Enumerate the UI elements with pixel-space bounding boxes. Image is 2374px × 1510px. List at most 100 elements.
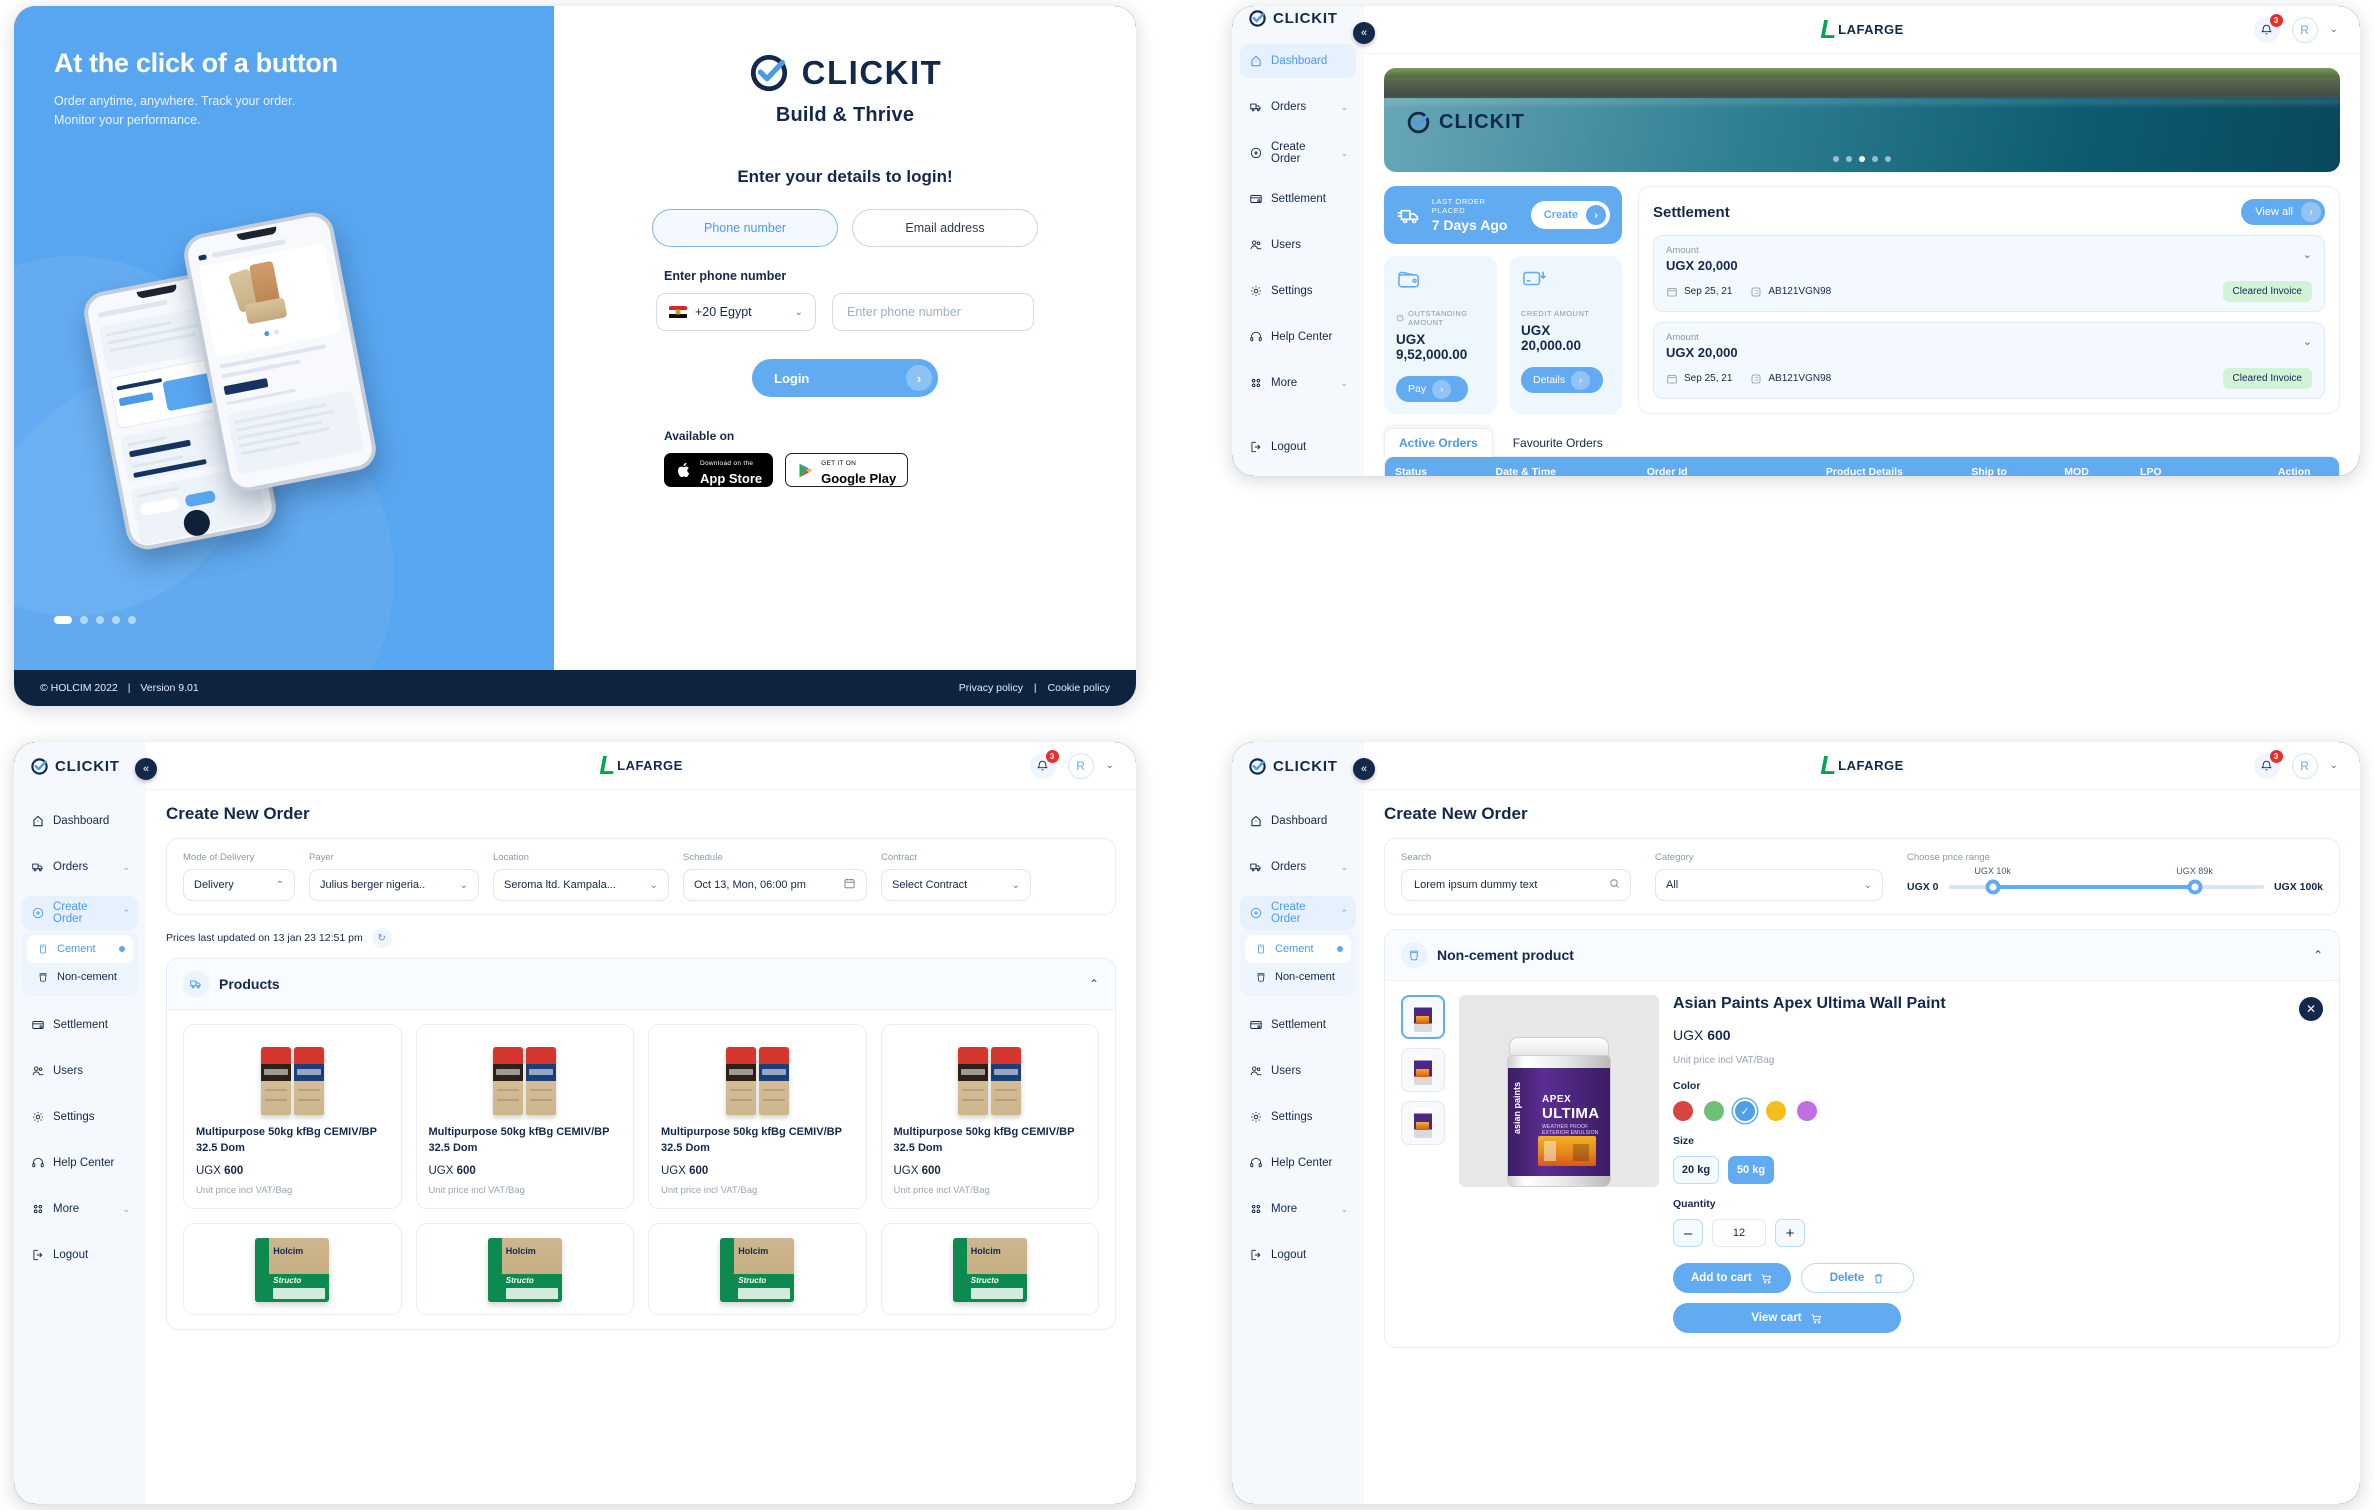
sidebar-item-logout[interactable]: Logout	[22, 1238, 138, 1272]
product-card[interactable]: Multipurpose 50kg kfBg CEMIV/BP 32.5 Dom…	[880, 1024, 1099, 1210]
product-card[interactable]: Holcim Structo	[183, 1223, 402, 1316]
color-swatch-purple[interactable]	[1797, 1101, 1817, 1121]
country-code-select[interactable]: +20 Egypt ⌄	[656, 293, 816, 331]
promo-banner[interactable]: CLICKIT	[1384, 68, 2340, 172]
privacy-policy-link[interactable]: Privacy policy	[959, 682, 1023, 694]
sidebar-item-help-center[interactable]: Help Center	[1240, 1146, 1356, 1180]
price-range-knob-low[interactable]	[1985, 879, 2001, 895]
sidebar-item-create-order[interactable]: Create Order ⌄	[1240, 136, 1356, 170]
pay-button[interactable]: Pay ›	[1396, 376, 1468, 402]
collapse-section-icon[interactable]: ⌃	[2313, 948, 2323, 962]
size-option-20kg[interactable]: 20 kg	[1673, 1156, 1719, 1184]
color-swatch-blue[interactable]	[1735, 1101, 1755, 1121]
payer-select[interactable]: Julius berger nigeria.. ⌄	[309, 869, 479, 901]
sidebar-item-logout[interactable]: Logout	[1240, 1238, 1356, 1272]
location-select[interactable]: Seroma ltd. Kampala... ⌄	[493, 869, 669, 901]
sidebar-subitem-noncement[interactable]: Non-cement	[1245, 963, 1351, 991]
quantity-decrement-button[interactable]: –	[1673, 1219, 1703, 1247]
color-swatch-yellow[interactable]	[1766, 1101, 1786, 1121]
product-card[interactable]: Multipurpose 50kg kfBg CEMIV/BP 32.5 Dom…	[415, 1024, 634, 1210]
color-swatch-red[interactable]	[1673, 1101, 1693, 1121]
sidebar-item-orders[interactable]: Orders ⌄	[1240, 90, 1356, 124]
refresh-prices-button[interactable]: ↻	[371, 928, 392, 948]
sidebar-item-settlement[interactable]: Settlement	[1240, 1008, 1356, 1042]
sidebar-item-settlement[interactable]: Settlement	[22, 1008, 138, 1042]
sidebar-item-create-order[interactable]: Create Order ⌃	[22, 896, 138, 930]
quantity-value[interactable]: 12	[1712, 1219, 1766, 1247]
search-input[interactable]	[1401, 869, 1631, 901]
add-to-cart-button[interactable]: Add to cart	[1673, 1263, 1791, 1293]
schedule-picker[interactable]: Oct 13, Mon, 06:00 pm	[683, 869, 867, 901]
sidebar-item-settings[interactable]: Settings	[1240, 274, 1356, 308]
settlement-row[interactable]: Amount UGX 20,000 ⌄ Sep 25, 21 AB121VGN9…	[1653, 235, 2325, 312]
sidebar-item-orders[interactable]: Orders ⌄	[1240, 850, 1356, 884]
notifications-button[interactable]: 3	[2253, 749, 2283, 779]
delete-button[interactable]: Delete	[1800, 1263, 1915, 1293]
sidebar-item-more[interactable]: More ⌄	[22, 1192, 138, 1226]
collapse-sidebar-button[interactable]: «	[1353, 22, 1375, 44]
tab-favourite-orders[interactable]: Favourite Orders	[1499, 429, 1617, 457]
search-icon[interactable]	[1608, 877, 1621, 893]
details-button[interactable]: Details ›	[1521, 367, 1603, 393]
category-select[interactable]: All ⌄	[1655, 869, 1883, 901]
create-order-button[interactable]: Create ›	[1530, 201, 1610, 229]
googleplay-badge[interactable]: GET IT ON Google Play	[785, 453, 909, 487]
phone-number-input[interactable]	[832, 293, 1034, 331]
sidebar-item-more[interactable]: More ⌄	[1240, 366, 1356, 400]
sidebar-item-users[interactable]: Users	[22, 1054, 138, 1088]
sidebar-item-more[interactable]: More ⌄	[1240, 1192, 1356, 1226]
tab-active-orders[interactable]: Active Orders	[1384, 428, 1493, 457]
sidebar-item-create-order[interactable]: Create Order ⌃	[1240, 896, 1356, 930]
sidebar-item-logout[interactable]: Logout	[1240, 430, 1356, 464]
product-thumbnail[interactable]	[1401, 1101, 1445, 1145]
expand-settlement-icon[interactable]: ⌄	[2303, 335, 2312, 348]
quantity-increment-button[interactable]: +	[1775, 1219, 1805, 1247]
sidebar-item-users[interactable]: Users	[1240, 228, 1356, 262]
notifications-button[interactable]: 3	[1029, 749, 1059, 779]
product-thumbnail[interactable]	[1401, 995, 1445, 1039]
sidebar-item-orders[interactable]: Orders ⌄	[22, 850, 138, 884]
notifications-button[interactable]: 3	[2253, 13, 2283, 43]
sidebar-item-settings[interactable]: Settings	[1240, 1100, 1356, 1134]
collapse-sidebar-button[interactable]: «	[1353, 758, 1375, 780]
product-card[interactable]: Multipurpose 50kg kfBg CEMIV/BP 32.5 Dom…	[183, 1024, 402, 1210]
product-card[interactable]: Holcim Structo	[648, 1223, 867, 1316]
close-icon[interactable]: ✕	[2299, 997, 2323, 1021]
sidebar-subitem-cement[interactable]: Cement	[1245, 935, 1351, 963]
sidebar-item-dashboard[interactable]: Dashboard	[22, 804, 138, 838]
size-option-50kg[interactable]: 50 kg	[1728, 1156, 1774, 1184]
contract-select[interactable]: Select Contract ⌄	[881, 869, 1031, 901]
sidebar-subitem-noncement[interactable]: Non-cement	[27, 963, 133, 991]
product-card[interactable]: Multipurpose 50kg kfBg CEMIV/BP 32.5 Dom…	[648, 1024, 867, 1210]
chevron-down-icon[interactable]: ⌄	[2330, 760, 2338, 771]
price-range-knob-high[interactable]	[2187, 879, 2203, 895]
banner-carousel-dots[interactable]	[1833, 156, 1891, 162]
product-card[interactable]: Holcim Structo	[880, 1223, 1099, 1316]
sidebar-item-settings[interactable]: Settings	[22, 1100, 138, 1134]
view-all-settlements-button[interactable]: View all ›	[2241, 199, 2325, 225]
tab-phone-number[interactable]: Phone number	[652, 209, 838, 247]
avatar[interactable]: R	[1067, 752, 1094, 779]
mode-of-delivery-select[interactable]: Delivery ⌃	[183, 869, 295, 901]
chevron-down-icon[interactable]: ⌄	[1106, 760, 1114, 771]
collapse-products-icon[interactable]: ⌃	[1089, 977, 1099, 991]
cookie-policy-link[interactable]: Cookie policy	[1048, 682, 1110, 694]
sidebar-item-settlement[interactable]: Settlement	[1240, 182, 1356, 216]
sidebar-item-dashboard[interactable]: Dashboard	[1240, 804, 1356, 838]
settlement-row[interactable]: Amount UGX 20,000 ⌄ Sep 25, 21 AB121VGN9…	[1653, 322, 2325, 399]
sidebar-item-dashboard[interactable]: Dashboard	[1240, 44, 1356, 78]
sidebar-item-users[interactable]: Users	[1240, 1054, 1356, 1088]
appstore-badge[interactable]: Download on the App Store	[664, 453, 774, 487]
collapse-sidebar-button[interactable]: «	[135, 758, 157, 780]
product-card[interactable]: Holcim Structo	[415, 1223, 634, 1316]
avatar[interactable]: R	[2291, 752, 2318, 779]
sidebar-item-help-center[interactable]: Help Center	[22, 1146, 138, 1180]
avatar[interactable]: R	[2291, 16, 2318, 43]
hero-carousel-dots[interactable]	[54, 616, 136, 624]
login-button[interactable]: Login ›	[752, 359, 938, 397]
sidebar-item-help-center[interactable]: Help Center	[1240, 320, 1356, 354]
tab-email-address[interactable]: Email address	[852, 209, 1038, 247]
sidebar-subitem-cement[interactable]: Cement	[27, 935, 133, 963]
price-range-slider[interactable]: UGX 10k UGX 89k	[1948, 866, 2264, 895]
color-swatch-green[interactable]	[1704, 1101, 1724, 1121]
